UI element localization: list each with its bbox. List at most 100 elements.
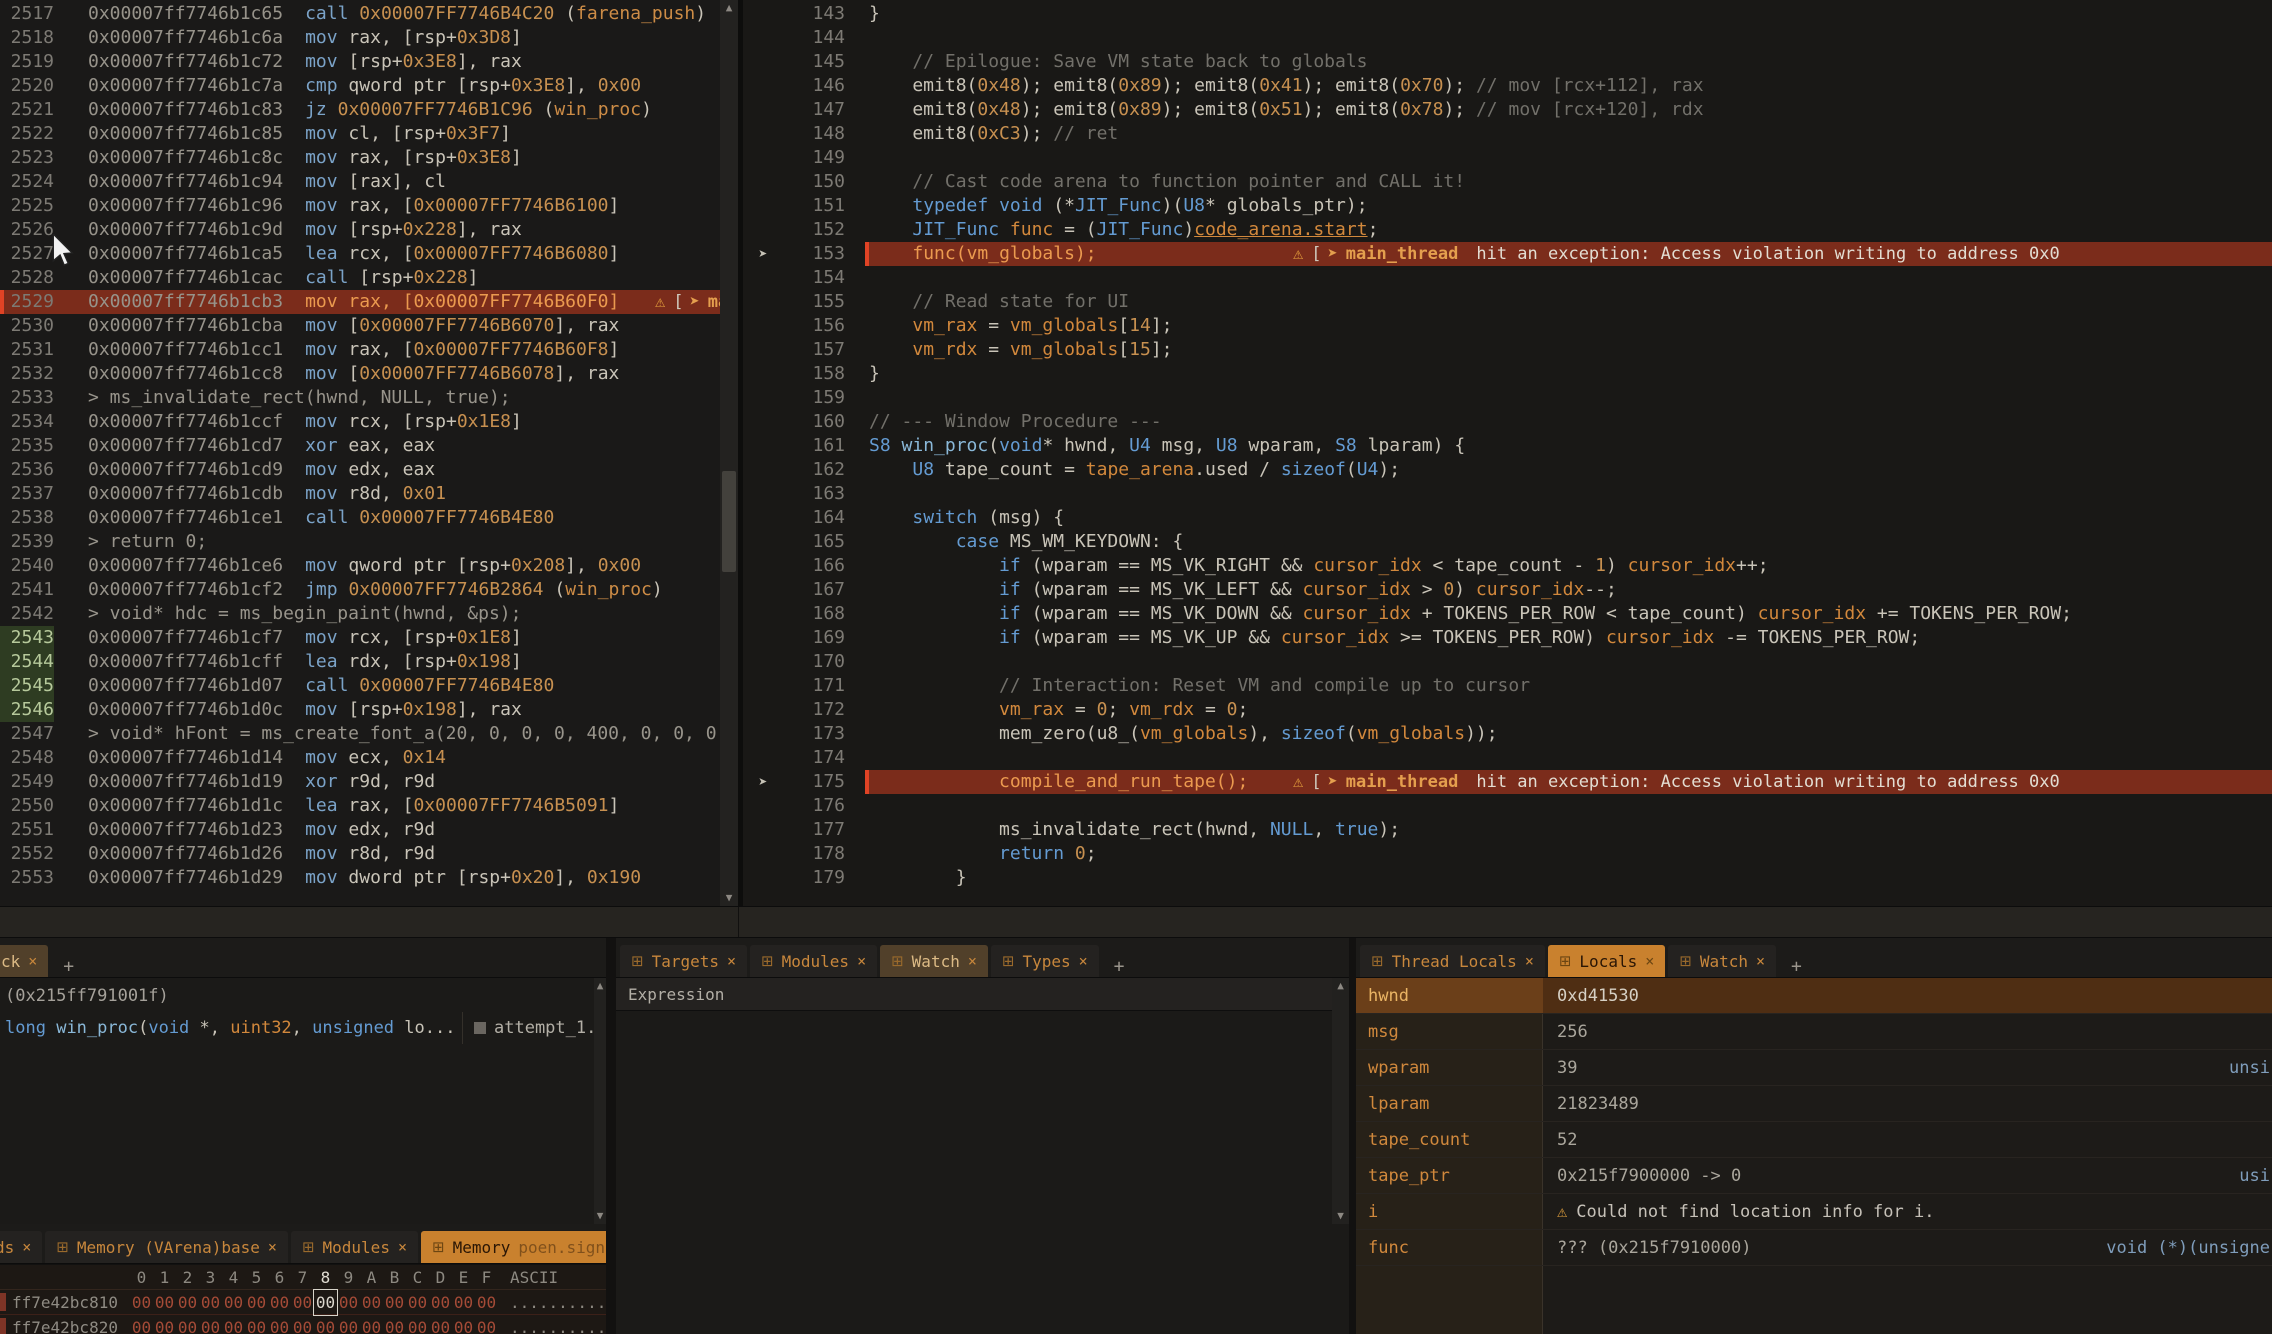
disasm-line-number[interactable]: 2553 [0,866,54,890]
disasm-row[interactable]: 25200x00007ff7746b1c7acmp qword ptr [rsp… [0,74,720,98]
disasm-row[interactable]: 25340x00007ff7746b1ccfmov rcx, [rsp+0x1E… [0,410,720,434]
disasm-row[interactable]: 25450x00007ff7746b1d07call 0x00007FF7746… [0,674,720,698]
disasm-line-number[interactable]: 2552 [0,842,54,866]
source-line-number[interactable]: 177 [783,818,845,842]
memory-byte[interactable]: 00 [222,1290,245,1315]
disasm-line-number[interactable]: 2521 [0,98,54,122]
tab-modules[interactable]: ⊞Modules× [750,945,877,977]
scroll-down-icon[interactable]: ▼ [720,890,738,906]
memory-byte[interactable]: 00 [130,1315,153,1334]
variable-name[interactable]: msg [1356,1014,1543,1049]
memory-byte[interactable]: 00 [176,1290,199,1315]
source-row[interactable]: 146 emit8(0x48); emit8(0x89); emit8(0x41… [743,74,2272,98]
watch-panel-body[interactable] [616,1011,1332,1334]
variable-name[interactable]: func [1356,1230,1543,1265]
tab-targets[interactable]: ⊞Targets× [620,945,747,977]
disasm-row[interactable]: 25360x00007ff7746b1cd9mov edx, eax [0,458,720,482]
source-line-number[interactable]: 146 [783,74,845,98]
tab-memory[interactable]: ⊞Memorypoen.sign× [421,1231,606,1263]
source-line-number[interactable]: 155 [783,290,845,314]
tab-close-icon[interactable]: × [1079,952,1088,970]
source-line-number[interactable]: 169 [783,626,845,650]
tab-close-icon[interactable]: × [968,952,977,970]
disasm-row[interactable]: 25320x00007ff7746b1cc8mov [0x00007FF7746… [0,362,720,386]
memory-byte[interactable]: 00 [475,1315,498,1334]
source-row[interactable]: 143} [743,2,2272,26]
disasm-line-number[interactable]: 2546 [0,698,54,722]
new-tab-button[interactable]: + [51,956,86,977]
tab-close-icon[interactable]: × [727,952,736,970]
scroll-up-icon[interactable]: ▲ [720,0,738,16]
disasm-line-number[interactable]: 2523 [0,146,54,170]
tab-close-icon[interactable]: × [1756,952,1765,970]
disasm-row[interactable]: 2533> ms_invalidate_rect(hwnd, NULL, tru… [0,386,720,410]
disasm-row[interactable]: 25180x00007ff7746b1c6amov rax, [rsp+0x3D… [0,26,720,50]
disasm-line-number[interactable]: 2543 [0,626,54,650]
disasm-line-number[interactable]: 2517 [0,2,54,26]
source-line-number[interactable]: 163 [783,482,845,506]
source-line-number[interactable]: 156 [783,314,845,338]
disassembly-scrollbar[interactable]: ▲ ▼ [720,0,738,906]
source-line-number[interactable]: 178 [783,842,845,866]
source-row[interactable]: 149 [743,146,2272,170]
source-row[interactable]: 148 emit8(0xC3); // ret [743,122,2272,146]
disasm-line-number[interactable]: 2524 [0,170,54,194]
memory-byte[interactable]: 00 [360,1315,383,1334]
disasm-line-number[interactable]: 2537 [0,482,54,506]
source-line-number[interactable]: 176 [783,794,845,818]
disasm-row[interactable]: 25490x00007ff7746b1d19xor r9d, r9d [0,770,720,794]
source-row[interactable]: 155 // Read state for UI [743,290,2272,314]
memory-byte[interactable]: 00 [153,1290,176,1315]
disasm-row[interactable]: 25380x00007ff7746b1ce1call 0x00007FF7746… [0,506,720,530]
callstack-row[interactable]: (0x215ff791001f) [0,980,594,1012]
locals-row[interactable]: wparam39unsi [1356,1050,2272,1086]
disasm-row[interactable]: 25250x00007ff7746b1c96mov rax, [0x00007F… [0,194,720,218]
source-row[interactable]: 176 [743,794,2272,818]
tab-memory-varena-base[interactable]: ⊞Memory (VArena)base× [45,1231,288,1263]
source-row[interactable]: 177 ms_invalidate_rect(hwnd, NULL, true)… [743,818,2272,842]
disasm-line-number[interactable]: 2525 [0,194,54,218]
disasm-row[interactable]: 2547> void* hFont = ms_create_font_a(20,… [0,722,720,746]
disasm-row[interactable]: 25530x00007ff7746b1d29mov dword ptr [rsp… [0,866,720,890]
disasm-line-number[interactable]: 2542 [0,602,54,626]
disasm-line-number[interactable]: 2551 [0,818,54,842]
disasm-row[interactable]: 25520x00007ff7746b1d26mov r8d, r9d [0,842,720,866]
tab-close-icon[interactable]: × [22,1238,31,1256]
memory-byte[interactable]: 00 [268,1290,291,1315]
variable-name[interactable]: tape_count [1356,1122,1543,1157]
tab-modules[interactable]: ⊞Modules× [291,1231,418,1263]
source-line-number[interactable]: 171 [783,674,845,698]
source-line-number[interactable]: 152 [783,218,845,242]
locals-row[interactable]: tape_count52 [1356,1122,2272,1158]
scroll-down-icon[interactable]: ▼ [594,1208,606,1224]
disasm-row[interactable]: 25240x00007ff7746b1c94mov [rax], cl [0,170,720,194]
disasm-row[interactable]: 25260x00007ff7746b1c9dmov [rsp+0x228], r… [0,218,720,242]
locals-row[interactable]: lparam21823489 [1356,1086,2272,1122]
disasm-row[interactable]: 25190x00007ff7746b1c72mov [rsp+0x3E8], r… [0,50,720,74]
source-line-number[interactable]: 179 [783,866,845,890]
memory-byte[interactable]: 00 [429,1290,452,1315]
source-line-number[interactable]: 175 [783,770,845,794]
source-row[interactable]: 174 [743,746,2272,770]
disasm-line-number[interactable]: 2545 [0,674,54,698]
source-line-number[interactable]: 172 [783,698,845,722]
memory-byte[interactable]: 00 [475,1290,498,1315]
source-line-number[interactable]: 170 [783,650,845,674]
source-line-number[interactable]: 160 [783,410,845,434]
source-row[interactable]: 147 emit8(0x48); emit8(0x89); emit8(0x51… [743,98,2272,122]
scrollbar-thumb[interactable] [722,471,736,572]
memory-byte[interactable]: 00 [153,1315,176,1334]
source-row[interactable]: 169 if (wparam == MS_VK_UP && cursor_idx… [743,626,2272,650]
source-row[interactable]: 168 if (wparam == MS_VK_DOWN && cursor_i… [743,602,2272,626]
memory-byte[interactable]: 00 [429,1315,452,1334]
disasm-row[interactable]: 25370x00007ff7746b1cdbmov r8d, 0x01 [0,482,720,506]
variable-name[interactable]: lparam [1356,1086,1543,1121]
disasm-line-number[interactable]: 2520 [0,74,54,98]
disasm-row[interactable]: 25300x00007ff7746b1cbamov [0x00007FF7746… [0,314,720,338]
source-row[interactable]: 179 } [743,866,2272,890]
callstack-scrollbar[interactable]: ▲ ▼ [594,978,606,1224]
memory-byte[interactable]: 00 [130,1290,153,1315]
disasm-line-number[interactable]: 2548 [0,746,54,770]
disasm-row[interactable]: 25400x00007ff7746b1ce6mov qword ptr [rsp… [0,554,720,578]
disasm-row[interactable]: 25170x00007ff7746b1c65call 0x00007FF7746… [0,2,720,26]
